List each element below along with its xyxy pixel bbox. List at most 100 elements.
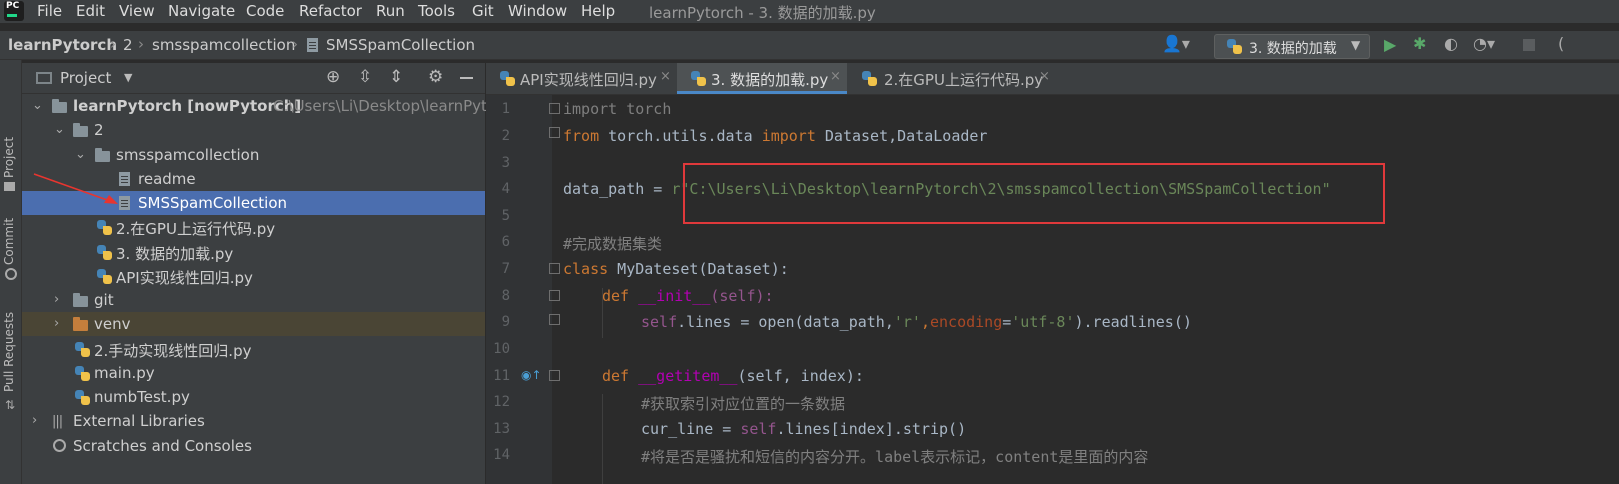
tree-item-external-libraries[interactable]: › ||| External Libraries <box>22 409 485 433</box>
code-line-1: import torch <box>563 100 671 118</box>
tree-item-label: git <box>94 291 114 309</box>
folder-icon <box>73 123 88 137</box>
chevron-right-icon[interactable]: › <box>54 316 59 331</box>
fold-icon[interactable] <box>549 290 560 301</box>
tree-item-main-py[interactable]: main.py <box>22 361 485 385</box>
chevron-down-icon[interactable]: ⌄ <box>54 122 65 137</box>
tree-item-venv[interactable]: › venv <box>22 312 485 336</box>
line-number: 6 <box>501 234 510 250</box>
fold-icon[interactable] <box>549 263 560 274</box>
pull-requests-tool-tab[interactable]: Pull Requests <box>2 312 16 392</box>
close-icon[interactable]: × <box>660 69 671 84</box>
breadcrumb-smsspamcollection[interactable]: smsspamcollection <box>152 36 295 54</box>
code-token: self <box>740 420 777 438</box>
indent-guide <box>602 394 604 484</box>
breadcrumb-separator-icon: › <box>292 35 298 53</box>
code-token: Dataset,DataLoader <box>815 127 988 145</box>
tree-item-label: API实现线性回归.py <box>116 269 253 287</box>
tree-item-path: C:\Users\Li\Desktop\learnPyto <box>273 97 497 115</box>
fold-icon[interactable] <box>549 103 560 114</box>
project-tool-tab[interactable]: Project <box>2 137 16 178</box>
code-token: torch <box>617 100 672 118</box>
gear-icon[interactable]: ⚙ <box>428 67 443 87</box>
line-number: 8 <box>501 288 510 304</box>
stop-icon[interactable] <box>1523 39 1535 51</box>
code-token: encoding <box>930 313 1003 331</box>
code-token: cur_line = <box>641 420 741 438</box>
tree-item-smsspamcollection[interactable]: ⌄ smsspamcollection <box>22 143 485 167</box>
breadcrumb-file[interactable]: SMSSpamCollection <box>326 36 475 54</box>
close-icon[interactable]: × <box>830 69 841 84</box>
menu-view[interactable]: View <box>119 2 155 20</box>
tree-item-git[interactable]: › git <box>22 288 485 312</box>
line-number: 3 <box>501 155 510 171</box>
chevron-right-icon[interactable]: › <box>32 413 37 428</box>
menu-run[interactable]: Run <box>376 2 405 20</box>
coverage-icon[interactable]: ◐ <box>1444 34 1458 53</box>
run-configuration-select[interactable]: 3. 数据的加载 ▼ <box>1214 34 1370 59</box>
close-icon[interactable]: × <box>1039 69 1050 84</box>
tab-api-regression[interactable]: API实现线性回归.py × <box>486 63 676 94</box>
run-configuration-label: 3. 数据的加载 <box>1249 41 1337 57</box>
chevron-right-icon[interactable]: › <box>54 292 59 307</box>
code-token: #将是否是骚扰和短信的内容分开。label表示标记，content是里面的内容 <box>641 448 1149 466</box>
tree-item-scratches[interactable]: Scratches and Consoles <box>22 434 485 458</box>
tree-item-numbtest-py[interactable]: numbTest.py <box>22 385 485 409</box>
profile-icon[interactable]: ◔▾ <box>1473 34 1495 53</box>
search-everywhere-icon[interactable]: ( <box>1558 34 1564 53</box>
code-token: def <box>602 367 630 385</box>
menu-navigate[interactable]: Navigate <box>168 2 235 20</box>
tree-item-api-regression-py[interactable]: API实现线性回归.py <box>22 264 485 288</box>
chevron-down-icon[interactable]: ⌄ <box>32 98 43 113</box>
tree-item-label: smsspamcollection <box>116 146 260 164</box>
navigation-bar: learnPytorch › 2 › smsspamcollection › S… <box>0 31 1619 60</box>
tree-item-learnpytorch[interactable]: ⌄ learnPytorch [nowPytorch] C:\Users\Li\… <box>22 94 496 118</box>
debug-icon[interactable]: ✱ <box>1413 34 1426 53</box>
code-token: (self, index): <box>737 367 864 385</box>
code-token: __init__ <box>638 287 711 305</box>
menu-tools[interactable]: Tools <box>418 2 455 20</box>
tree-item-label: 2.手动实现线性回归.py <box>94 342 252 360</box>
run-icon[interactable]: ▶ <box>1384 35 1396 54</box>
collapse-all-icon[interactable]: ⇕ <box>389 67 403 87</box>
menu-refactor[interactable]: Refactor <box>299 2 362 20</box>
tree-item-data-loading-py[interactable]: 3. 数据的加载.py <box>22 240 485 264</box>
locate-file-icon[interactable]: ⊕ <box>326 67 340 87</box>
project-panel-title[interactable]: Project <box>60 69 111 87</box>
menu-edit[interactable]: Edit <box>76 2 105 20</box>
menu-window[interactable]: Window <box>508 2 567 20</box>
tree-item-label: External Libraries <box>73 412 205 430</box>
pull-request-icon: ⇅ <box>5 398 16 412</box>
menu-code[interactable]: Code <box>246 2 284 20</box>
add-user-icon[interactable]: 👤▾ <box>1162 34 1190 53</box>
chevron-down-icon[interactable]: ▼ <box>124 71 132 84</box>
hide-panel-icon[interactable] <box>460 77 473 79</box>
project-view-icon <box>36 72 52 84</box>
python-file-icon <box>500 71 515 86</box>
code-token: , <box>920 313 930 331</box>
pycharm-logo-icon: PC <box>4 1 24 21</box>
menu-bar: PC File Edit View Navigate Code Refactor… <box>0 0 1619 23</box>
code-token: data_path = <box>563 180 672 198</box>
tab-data-loading[interactable]: 3. 数据的加载.py × <box>677 63 847 94</box>
fold-icon[interactable] <box>549 370 560 381</box>
breadcrumb-folder-2[interactable]: 2 <box>123 36 133 54</box>
code-token: 'utf-8' <box>1011 313 1075 331</box>
menu-file[interactable]: File <box>37 2 62 20</box>
tree-item-gpu-py[interactable]: 2.在GPU上运行代码.py <box>22 215 485 239</box>
tab-gpu[interactable]: 2.在GPU上运行代码.py × <box>848 63 1058 94</box>
menu-git[interactable]: Git <box>472 2 494 20</box>
tree-item-manual-regression-py[interactable]: 2.手动实现线性回归.py <box>22 337 485 361</box>
commit-tool-tab[interactable]: Commit <box>2 218 16 265</box>
expand-all-icon[interactable]: ⇳ <box>358 67 372 87</box>
line-number: 13 <box>493 421 510 437</box>
tree-item-folder-2[interactable]: ⌄ 2 <box>22 118 485 142</box>
menu-help[interactable]: Help <box>581 2 615 20</box>
code-token: .lines = open(data_path, <box>677 313 894 331</box>
folder-icon <box>95 148 110 162</box>
chevron-down-icon[interactable]: ⌄ <box>75 147 86 162</box>
fold-icon[interactable] <box>549 127 560 138</box>
breadcrumb-project[interactable]: learnPytorch <box>8 36 117 54</box>
override-marker-icon[interactable]: ◉↑ <box>521 368 542 382</box>
fold-icon[interactable] <box>549 314 560 325</box>
